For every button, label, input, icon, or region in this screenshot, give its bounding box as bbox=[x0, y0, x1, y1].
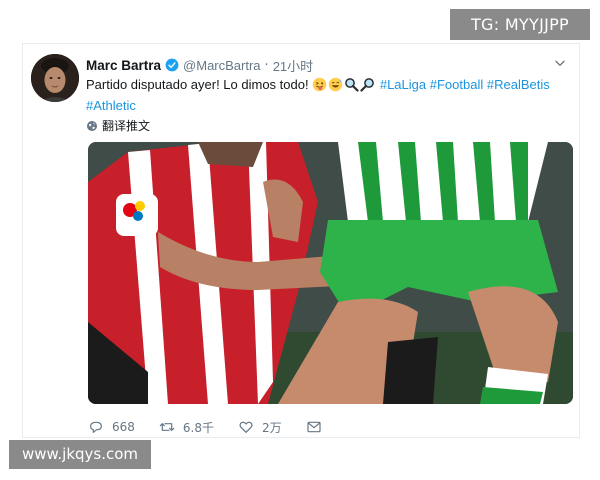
tweet-header: Marc Bartra @MarcBartra · 21小时 bbox=[86, 56, 313, 74]
hashtag-football[interactable]: #Football bbox=[430, 77, 483, 92]
tweet-actions: 668 6.8千 2万 bbox=[88, 418, 354, 436]
envelope-icon bbox=[307, 421, 321, 433]
direct-message-button[interactable] bbox=[306, 419, 330, 435]
magnifier-emoji-icon bbox=[360, 78, 375, 92]
globe-icon bbox=[87, 120, 97, 131]
magnifier-emoji-icon bbox=[345, 78, 359, 92]
grin-sweat-emoji-icon bbox=[328, 77, 343, 92]
retweet-icon bbox=[159, 423, 175, 431]
translate-tweet-link[interactable]: 翻译推文 bbox=[86, 117, 150, 134]
retweet-count: 6.8千 bbox=[182, 420, 214, 435]
hashtag-athletic[interactable]: #Athletic bbox=[86, 98, 136, 113]
avatar-face-image bbox=[31, 54, 79, 102]
like-button[interactable]: 2万 bbox=[238, 419, 282, 436]
reply-count: 668 bbox=[112, 420, 135, 434]
verified-badge-icon bbox=[165, 58, 179, 72]
separator-dot: · bbox=[264, 57, 269, 73]
retweet-button[interactable]: 6.8千 bbox=[159, 419, 214, 436]
watermark-top: TG: MYYJJPP bbox=[450, 9, 590, 40]
tweet-text: Partido disputado ayer! Lo dimos todo! #… bbox=[86, 74, 574, 116]
chevron-down-icon[interactable] bbox=[553, 56, 567, 70]
hashtag-laliga[interactable]: #LaLiga bbox=[380, 77, 426, 92]
reply-icon bbox=[90, 421, 102, 433]
reply-button[interactable]: 668 bbox=[88, 419, 135, 435]
author-name[interactable]: Marc Bartra bbox=[86, 58, 161, 73]
hashtag-realbetis[interactable]: #RealBetis bbox=[487, 77, 550, 92]
football-match-photo bbox=[88, 142, 573, 404]
tweet-card[interactable]: Marc Bartra @MarcBartra · 21小时 Partido d… bbox=[22, 43, 580, 438]
avatar[interactable] bbox=[31, 54, 79, 102]
translate-label: 翻译推文 bbox=[102, 119, 151, 133]
watermark-bottom: www.jkqys.com bbox=[9, 440, 151, 469]
tweet-body: Partido disputado ayer! Lo dimos todo! bbox=[86, 77, 309, 92]
tweet-photo[interactable] bbox=[88, 142, 573, 404]
author-handle[interactable]: @MarcBartra bbox=[183, 58, 261, 73]
heart-icon bbox=[239, 421, 253, 433]
like-count: 2万 bbox=[262, 420, 282, 435]
tweet-timestamp[interactable]: 21小时 bbox=[273, 56, 313, 75]
tongue-face-emoji-icon bbox=[312, 77, 327, 92]
